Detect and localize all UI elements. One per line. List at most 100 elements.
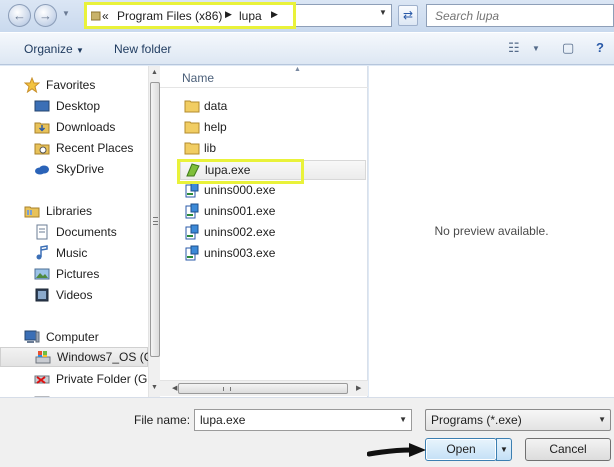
file-type-filter-value: Programs (*.exe) [431, 413, 522, 427]
downloads-folder-icon [34, 122, 50, 134]
list-item-folder-data[interactable]: data [180, 96, 366, 116]
nav-downloads-label: Downloads [56, 120, 116, 134]
address-dropdown-icon[interactable]: ▼ [379, 8, 387, 17]
nav-documents[interactable]: Documents [0, 222, 148, 242]
nav-pictures-label: Pictures [56, 267, 100, 281]
nav-pictures[interactable]: Pictures [0, 264, 148, 284]
uninstaller-icon [185, 245, 199, 261]
file-name: data [204, 99, 228, 113]
recent-places-icon [34, 143, 50, 155]
nav-videos-label: Videos [56, 288, 93, 302]
horizontal-scroll-thumb[interactable] [178, 383, 348, 394]
system-drive-icon [35, 351, 51, 364]
libraries-icon [24, 206, 40, 218]
list-item-folder-help[interactable]: help [180, 117, 366, 137]
refresh-button[interactable]: ⇄ [398, 5, 418, 26]
new-folder-button[interactable]: New folder [114, 42, 171, 56]
pointer-arrow-icon [367, 443, 426, 457]
address-highlight-box [84, 2, 296, 29]
folder-icon [184, 142, 200, 155]
file-list: Name ▲ data help lib lupa.exe unins000.e… [160, 66, 368, 397]
desktop-icon [34, 100, 50, 112]
recent-locations-dropdown-icon[interactable]: ▼ [62, 9, 70, 18]
cloud-icon [35, 165, 49, 175]
organize-button[interactable]: Organize ▼ [24, 42, 84, 56]
nav-libraries[interactable]: Libraries [0, 201, 148, 221]
file-name: unins001.exe [204, 204, 276, 218]
nav-windows7-os-drive[interactable]: Windows7_OS (C [0, 347, 148, 367]
nav-computer[interactable]: Computer [0, 327, 148, 347]
file-name-input[interactable]: lupa.exe ▼ [194, 409, 412, 431]
uninstaller-icon [185, 224, 199, 240]
view-dropdown-icon[interactable]: ▼ [532, 44, 540, 53]
nav-documents-label: Documents [56, 225, 117, 239]
back-button[interactable]: ← [8, 4, 31, 27]
nav-desktop-label: Desktop [56, 99, 101, 113]
organize-label: Organize [24, 42, 73, 56]
uninstaller-icon [185, 182, 199, 198]
search-box[interactable] [426, 4, 614, 27]
scroll-up-arrow-icon[interactable]: ▲ [151, 69, 158, 76]
folder-icon [184, 121, 200, 134]
list-item-unins001[interactable]: unins001.exe [180, 201, 366, 221]
file-type-dropdown-icon[interactable]: ▼ [598, 415, 606, 424]
nav-videos[interactable]: Videos [0, 285, 148, 305]
folder-icon [184, 100, 200, 113]
nav-recent-places-label: Recent Places [56, 141, 134, 155]
no-preview-message: No preview available. [434, 224, 549, 238]
nav-skydrive-label: SkyDrive [56, 162, 105, 176]
nav-windows7-os-label: Windows7_OS (C [57, 350, 148, 364]
nav-recent-places[interactable]: Recent Places [0, 138, 148, 158]
cancel-button[interactable]: Cancel [525, 438, 611, 461]
selected-file-highlight-box [177, 159, 304, 184]
open-split-dropdown-icon[interactable]: ▼ [496, 438, 512, 461]
nav-computer-label: Computer [46, 330, 99, 344]
nav-music-label: Music [56, 246, 88, 260]
view-options-icon[interactable]: ☷ [508, 40, 520, 56]
grip-icon [223, 387, 231, 391]
nav-private-folder[interactable]: Private Folder (G: [0, 369, 148, 389]
file-name: unins003.exe [204, 246, 276, 260]
nav-favorites[interactable]: Favorites [0, 75, 148, 95]
file-type-filter-select[interactable]: Programs (*.exe) ▼ [425, 409, 611, 431]
file-list-horizontal-scrollbar[interactable]: ◀ ▶ [160, 380, 368, 396]
navigation-scrollbar[interactable]: ▲ ▼ [148, 66, 160, 397]
nav-favorites-label: Favorites [46, 78, 96, 92]
scroll-right-arrow-icon[interactable]: ▶ [356, 384, 361, 392]
scroll-left-arrow-icon[interactable]: ◀ [172, 384, 177, 392]
nav-skydrive[interactable]: SkyDrive [0, 159, 148, 179]
navigation-scroll-thumb[interactable] [150, 82, 160, 357]
file-name: unins002.exe [204, 225, 276, 239]
videos-icon [35, 288, 49, 302]
network-drive-icon [34, 375, 50, 384]
nav-downloads[interactable]: Downloads [0, 117, 148, 137]
list-item-unins002[interactable]: unins002.exe [180, 222, 366, 242]
search-input[interactable] [427, 5, 613, 26]
preview-pane-icon[interactable]: ▢ [562, 40, 574, 56]
computer-icon [24, 330, 40, 343]
open-button[interactable]: Open [425, 438, 497, 461]
forward-arrow-icon: → [39, 8, 52, 23]
list-item-folder-lib[interactable]: lib [180, 138, 366, 158]
organize-dropdown-icon: ▼ [76, 46, 84, 55]
file-name-dropdown-icon[interactable]: ▼ [399, 415, 407, 424]
nav-music[interactable]: Music [0, 243, 148, 263]
column-header-name-label: Name [182, 71, 215, 85]
nav-private-folder-label: Private Folder (G: [56, 372, 148, 386]
file-name-value: lupa.exe [200, 413, 246, 427]
address-toolbar: ← → ▼ « Program Files (x86) ▶ lupa ▶ ▼ ⇄ [0, 0, 614, 32]
list-item-unins003[interactable]: unins003.exe [180, 243, 366, 263]
refresh-icon: ⇄ [402, 8, 414, 22]
forward-button[interactable]: → [34, 4, 57, 27]
uninstaller-icon [185, 203, 199, 219]
scroll-down-arrow-icon[interactable]: ▼ [151, 384, 158, 391]
nav-desktop[interactable]: Desktop [0, 96, 148, 116]
preview-pane: No preview available. [369, 66, 614, 397]
dialog-footer: File name: lupa.exe ▼ Programs (*.exe) ▼… [0, 397, 614, 467]
nav-drive-partial[interactable] [0, 390, 148, 397]
music-icon [36, 245, 48, 260]
help-icon[interactable]: ? [596, 40, 604, 55]
column-header-name[interactable]: Name ▲ [160, 66, 368, 88]
documents-icon [36, 224, 48, 240]
sort-ascending-icon: ▲ [294, 66, 301, 73]
